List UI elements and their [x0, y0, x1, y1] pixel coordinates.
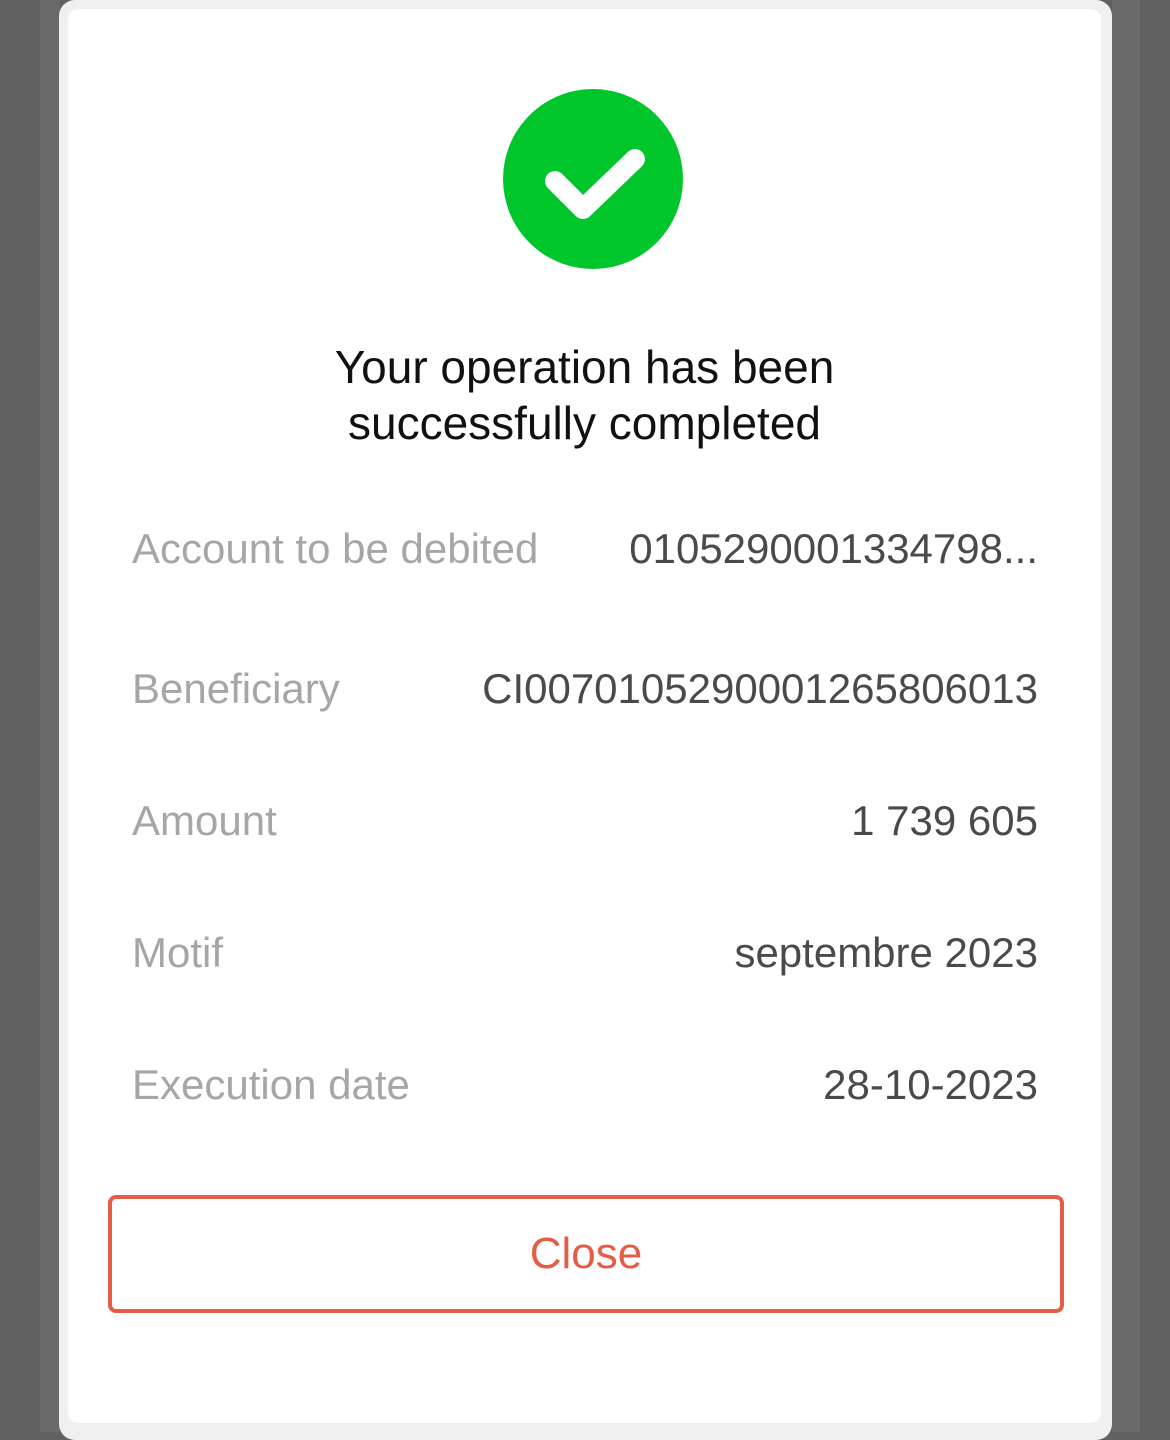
- success-title: Your operation has been successfully com…: [68, 339, 1101, 451]
- detail-row-beneficiary: Beneficiary CI0070105290001265806013: [132, 659, 1038, 719]
- close-button[interactable]: Close: [108, 1195, 1064, 1313]
- detail-value-beneficiary: CI0070105290001265806013: [482, 665, 1038, 712]
- detail-label-execution-date: Execution date: [132, 1061, 410, 1108]
- detail-row-motif: Motif septembre 2023: [132, 923, 1038, 983]
- detail-label-motif: Motif: [132, 929, 224, 976]
- detail-row-amount: Amount 1 739 605: [132, 791, 1038, 851]
- success-title-line-2: successfully completed: [348, 397, 821, 449]
- detail-label-account: Account to be debited: [132, 525, 539, 572]
- detail-value-motif: septembre 2023: [734, 929, 1038, 976]
- success-dialog: Your operation has been successfully com…: [59, 0, 1112, 1440]
- detail-value-amount: 1 739 605: [851, 797, 1038, 844]
- success-dialog-content: Your operation has been successfully com…: [68, 9, 1101, 1423]
- detail-label-beneficiary: Beneficiary: [132, 665, 340, 712]
- detail-label-amount: Amount: [132, 797, 277, 844]
- overlay-backdrop-left: [40, 0, 60, 1432]
- success-title-line-1: Your operation has been: [334, 341, 835, 393]
- detail-row-account: Account to be debited 0105290001334798..…: [132, 519, 1038, 579]
- detail-value-account: 0105290001334798...: [629, 525, 1038, 572]
- detail-row-execution-date: Execution date 28-10-2023: [132, 1055, 1038, 1115]
- overlay-backdrop-right: [1112, 0, 1140, 1432]
- detail-value-execution-date: 28-10-2023: [823, 1061, 1038, 1108]
- check-circle-icon: [503, 89, 683, 269]
